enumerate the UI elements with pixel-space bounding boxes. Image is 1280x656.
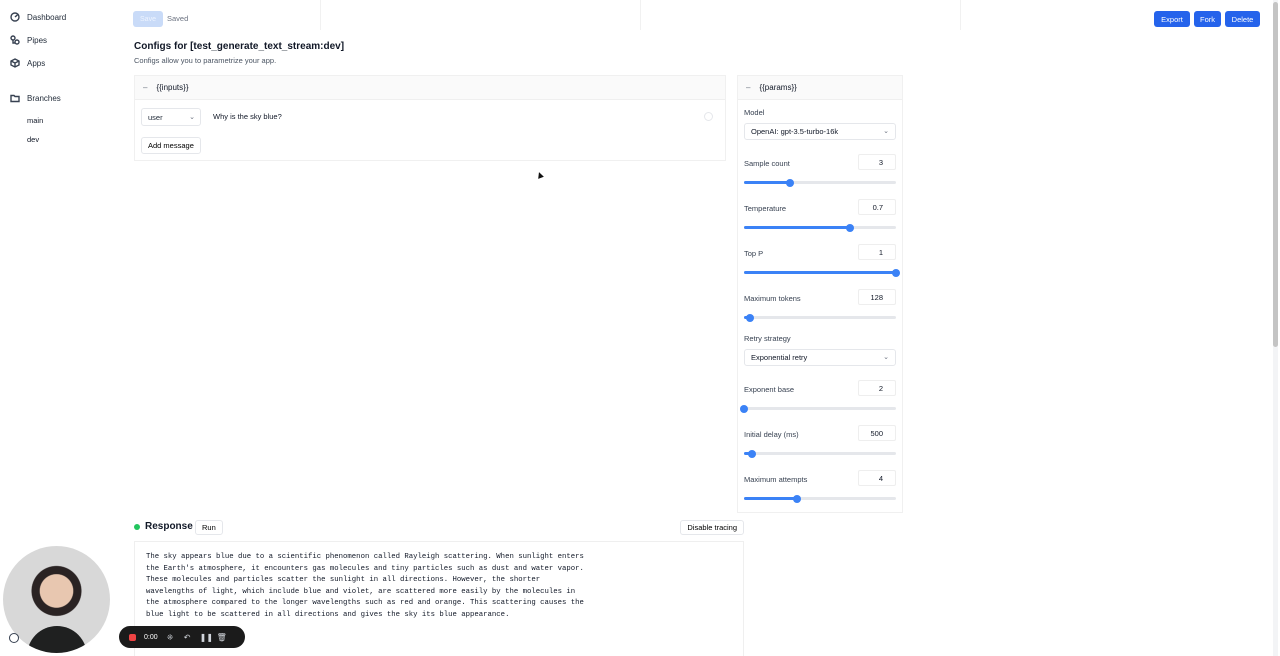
add-message-button[interactable]: Add message: [141, 137, 201, 154]
params-header-label: {{params}}: [759, 83, 797, 92]
chevron-down-icon: ⌄: [883, 128, 889, 135]
max-tokens-input[interactable]: 128: [858, 289, 896, 305]
sample-count-input[interactable]: 3: [858, 154, 896, 170]
sample-count-slider[interactable]: [744, 178, 896, 187]
top-p-slider[interactable]: [744, 268, 900, 277]
collapse-icon[interactable]: –: [746, 83, 750, 92]
max-tokens-label: Maximum tokens: [744, 294, 801, 303]
message-row: user ⌄ Why is the sky blue?: [141, 108, 721, 126]
export-button[interactable]: Export: [1154, 11, 1190, 27]
inputs-header-label: {{inputs}}: [156, 83, 189, 92]
trash-icon[interactable]: 🗑: [217, 633, 227, 642]
retry-strategy-value: Exponential retry: [751, 353, 808, 362]
response-text: The sky appears blue due to a scientific…: [146, 553, 584, 619]
grid-icon[interactable]: ⁜: [166, 633, 175, 642]
webcam-overlay: [3, 546, 110, 653]
info-icon[interactable]: [704, 112, 713, 121]
max-attempts-input[interactable]: 4: [858, 470, 896, 486]
page-title: Configs for [test_generate_text_stream:d…: [134, 41, 345, 52]
chevron-down-icon: ⌄: [189, 114, 195, 121]
inputs-panel: – {{inputs}} user ⌄ Why is the sky blue?…: [134, 75, 726, 161]
dashboard-icon: [10, 12, 20, 22]
initial-delay-input[interactable]: 500: [858, 425, 896, 441]
model-value: OpenAI: gpt-3.5-turbo-16k: [751, 127, 839, 136]
initial-delay-label: Initial delay (ms): [744, 430, 799, 439]
apps-icon: [10, 58, 20, 68]
slider-thumb[interactable]: [746, 313, 755, 322]
slider-fill: [744, 181, 790, 184]
divider: [960, 0, 961, 30]
save-button[interactable]: Save: [133, 11, 163, 27]
slider-thumb[interactable]: [785, 178, 794, 187]
response-title: Response: [145, 521, 193, 532]
sidebar-item-pipes[interactable]: Pipes: [10, 35, 47, 45]
slider-thumb[interactable]: [747, 449, 756, 458]
exponent-base-label: Exponent base: [744, 385, 795, 394]
slider-fill: [744, 271, 896, 274]
sidebar-item-branches[interactable]: Branches: [10, 93, 61, 103]
retry-strategy-select[interactable]: Exponential retry ⌄: [744, 349, 896, 366]
scrollbar[interactable]: [1273, 0, 1278, 656]
sample-count-label: Sample count: [744, 159, 790, 168]
params-header[interactable]: – {{params}}: [738, 76, 902, 100]
max-attempts-slider[interactable]: [744, 494, 896, 503]
message-content[interactable]: Why is the sky blue?: [213, 112, 282, 121]
initial-delay-slider[interactable]: [744, 449, 896, 458]
role-select[interactable]: user ⌄: [141, 108, 201, 126]
slider-fill: [744, 226, 851, 229]
sidebar-item-apps[interactable]: Apps: [10, 58, 45, 68]
disable-tracing-button[interactable]: Disable tracing: [680, 520, 744, 535]
role-value: user: [148, 112, 163, 122]
top-p-input[interactable]: 1: [858, 244, 896, 260]
params-panel: – {{params}} Model OpenAI: gpt-3.5-turbo…: [737, 75, 903, 513]
exponent-base-slider[interactable]: [740, 404, 896, 413]
model-label: Model: [744, 108, 765, 117]
chevron-down-icon: ⌄: [883, 354, 889, 361]
pipes-icon: [10, 35, 20, 45]
save-status: Saved: [167, 14, 189, 23]
slider-thumb[interactable]: [740, 404, 748, 413]
max-attempts-label: Maximum attempts: [744, 475, 808, 484]
page-subtitle: Configs allow you to parametrize your ap…: [134, 56, 277, 65]
response-header: Response Run Disable tracing: [134, 520, 744, 536]
model-select[interactable]: OpenAI: gpt-3.5-turbo-16k ⌄: [744, 123, 896, 140]
slider-fill: [744, 497, 798, 500]
run-button[interactable]: Run: [195, 520, 223, 535]
fork-button[interactable]: Fork: [1194, 11, 1221, 27]
sidebar-item-label: Pipes: [27, 35, 48, 45]
sidebar-item-dashboard[interactable]: Dashboard: [10, 12, 66, 22]
status-indicator: [134, 524, 140, 530]
retry-strategy-label: Retry strategy: [744, 334, 791, 343]
slider-thumb[interactable]: [892, 268, 900, 277]
divider: [320, 0, 321, 30]
undo-icon[interactable]: ↶: [183, 633, 192, 642]
exponent-base-input[interactable]: 2: [858, 380, 896, 396]
delete-button[interactable]: Delete: [1225, 11, 1260, 27]
scrollbar-thumb[interactable]: [1273, 2, 1278, 347]
divider: [640, 0, 641, 30]
branch-item-main[interactable]: main: [27, 116, 43, 125]
temperature-slider[interactable]: [744, 223, 896, 232]
slider-thumb[interactable]: [793, 494, 802, 503]
pause-icon[interactable]: ❚❚: [200, 633, 213, 642]
globe-icon[interactable]: [9, 633, 19, 643]
inputs-header[interactable]: – {{inputs}}: [135, 76, 725, 100]
temperature-label: Temperature: [744, 204, 787, 213]
mouse-cursor: [536, 171, 544, 179]
sidebar-item-label: Dashboard: [27, 12, 67, 22]
max-tokens-slider[interactable]: [744, 313, 896, 322]
top-bar: [120, 0, 1270, 36]
branch-item-dev[interactable]: dev: [27, 135, 39, 144]
slider-thumb[interactable]: [846, 223, 855, 232]
recorder-controls: 0:00 ⁜ ↶ ❚❚ 🗑: [119, 626, 245, 648]
collapse-icon[interactable]: –: [143, 83, 147, 92]
folder-icon: [10, 94, 20, 103]
temperature-input[interactable]: 0.7: [858, 199, 896, 215]
sidebar-item-label: Branches: [27, 93, 61, 103]
sidebar-item-label: Apps: [27, 58, 46, 68]
top-p-label: Top P: [744, 249, 764, 258]
recording-time: 0:00: [144, 633, 158, 641]
webcam-figure: [27, 626, 87, 653]
stop-record-icon[interactable]: [129, 633, 136, 641]
